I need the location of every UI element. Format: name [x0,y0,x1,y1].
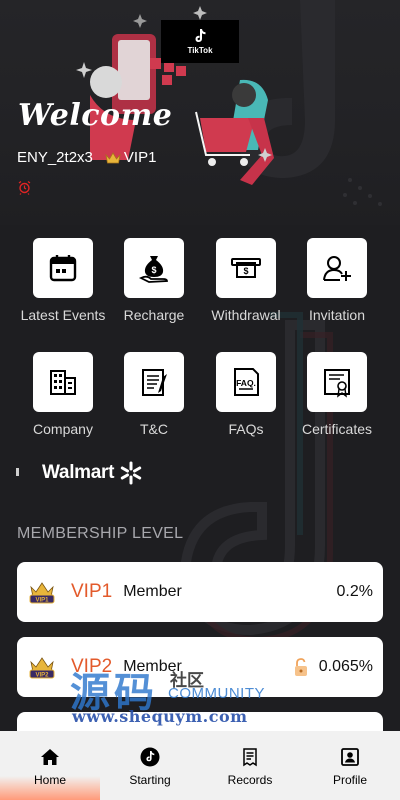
menu-company[interactable]: Company [18,352,108,437]
withdrawal-tile[interactable]: $ [216,238,276,298]
nav-label: Starting [129,773,171,787]
menu-label: Company [33,421,93,437]
menu-label: Recharge [123,307,185,323]
svg-text:VIP2: VIP2 [35,673,49,679]
document-icon [142,369,167,396]
svg-text:VIP1: VIP1 [35,598,49,604]
menu-latest-events[interactable]: Latest Events [18,238,108,323]
invitation-tile[interactable] [307,238,367,298]
nav-home[interactable]: Home [0,731,100,800]
nav-profile[interactable]: Profile [300,731,400,800]
vip-level-badge[interactable]: VIP1 [124,149,157,166]
crown-icon [105,151,121,163]
lock-icon [294,658,307,676]
company-tile[interactable] [33,352,93,412]
vip-crown-badge-icon: VIP1 [29,582,55,604]
vip-name: VIP1 [71,581,113,602]
svg-text:FAQ.: FAQ. [236,378,256,388]
cash-withdraw-icon: $ [231,258,261,278]
vip-name: VIP2 [71,656,113,677]
vip-card-vip1[interactable]: VIP1 VIP1 Member 0.2% [17,562,383,622]
welcome-heading: Welcome [18,98,173,133]
vip-crown-badge-icon: VIP2 [29,657,55,679]
vip-rate: 0.065% [318,658,373,675]
menu-invitation[interactable]: Invitation [292,238,382,323]
tiktok-icon [140,747,160,767]
walmart-spark-icon [120,461,142,485]
records-icon [243,748,257,767]
tiktok-logo: TikTok [161,20,239,63]
user-info: ENY_2t2x3 VIP1 [17,149,156,166]
vip-type: Member [123,583,182,600]
menu-label: Certificates [301,421,373,437]
menu-label: Invitation [308,307,366,323]
menu-label: T&C [140,421,168,437]
nav-label: Profile [332,773,367,787]
add-user-icon [323,256,351,281]
nav-label: Home [33,773,66,787]
menu-label: Withdrawal [211,307,281,323]
money-bag-icon: $ [138,256,168,283]
svg-text:$: $ [151,265,156,275]
vip-card-vip2[interactable]: VIP2 VIP2 Member 0.065% [17,637,383,697]
walmart-logo[interactable]: Walmart [42,461,143,485]
partner-name: Walmart [42,462,115,483]
app-screen: TikTok Welcome ENY_2t2x3 VIP1 Latest Eve… [0,0,400,800]
recharge-tile[interactable]: $ [124,238,184,298]
menu-terms[interactable]: T&C [109,352,199,437]
nav-starting[interactable]: Starting [100,731,200,800]
menu-withdrawal[interactable]: $ Withdrawal [201,238,291,323]
menu-recharge[interactable]: $ Recharge [109,238,199,323]
logo-text: TikTok [187,46,213,55]
hero-banner: TikTok Welcome ENY_2t2x3 VIP1 [0,0,400,225]
membership-title: MEMBERSHIP LEVEL [17,525,184,542]
certificates-tile[interactable] [307,352,367,412]
username: ENY_2t2x3 [17,149,93,166]
menu-label: Latest Events [20,307,106,323]
nav-label: Records [227,773,273,787]
menu-faqs[interactable]: FAQ. FAQs [201,352,291,437]
vip-rate: 0.2% [336,583,373,600]
vip-type: Member [123,658,182,675]
carousel-marker [16,468,19,476]
profile-icon [341,748,359,766]
faqs-tile[interactable]: FAQ. [216,352,276,412]
terms-tile[interactable] [124,352,184,412]
home-icon [41,749,59,765]
certificate-icon [324,369,350,398]
nav-records[interactable]: Records [200,731,300,800]
bottom-nav: Home Starting Records Profile [0,731,400,800]
latest-events-tile[interactable] [33,238,93,298]
menu-label: FAQs [228,421,264,437]
tiktok-note-icon [195,29,206,42]
calendar-icon [49,255,77,282]
alarm-icon[interactable] [17,180,32,195]
building-icon [50,370,76,395]
svg-text:$: $ [243,266,248,276]
menu-certificates[interactable]: Certificates [292,352,382,437]
faq-icon: FAQ. [234,368,259,396]
